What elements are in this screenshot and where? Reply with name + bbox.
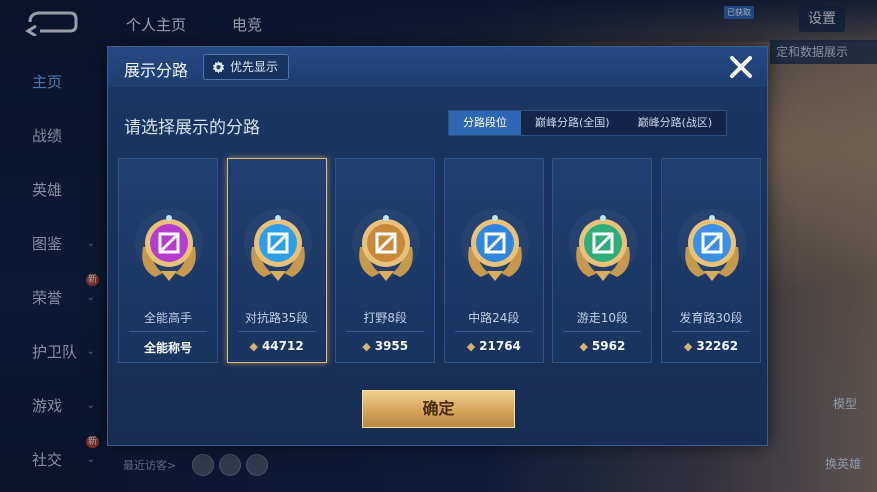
lane-card-name: 发育路30段	[679, 311, 743, 325]
lane-card-name: 对抗路35段	[244, 311, 309, 325]
rank-emblem-icon	[135, 209, 203, 281]
score-icon: ◆	[579, 340, 588, 353]
score-icon: ◆	[362, 340, 371, 353]
rank-emblem-icon	[243, 209, 312, 281]
rank-emblem-icon	[460, 209, 529, 281]
lane-card-value: ◆ 21764	[445, 339, 543, 353]
lane-card-value-text: 21764	[479, 339, 521, 353]
lane-card-name: 中路24段	[468, 311, 520, 325]
priority-display-button[interactable]: 优先显示	[203, 54, 290, 80]
gear-icon	[212, 60, 225, 73]
lane-card-name: 打野8段	[363, 311, 407, 325]
confirm-button[interactable]: 确定	[362, 390, 515, 428]
lane-card-value: ◆ 5962	[553, 339, 651, 353]
lane-card-value: ◆ 32262	[662, 339, 760, 353]
dialog-header: 展示分路 优先显示	[108, 47, 767, 87]
lane-display-dialog: 展示分路 优先显示 请选择展示的分路 分路段位 巅峰分路(全国) 巅峰分路(战区) …	[107, 46, 768, 446]
divider	[672, 331, 750, 332]
lane-card[interactable]: 打野8段 ◆ 3955	[335, 158, 436, 363]
priority-display-label: 优先显示	[230, 60, 279, 74]
lane-card[interactable]: 发育路30段 ◆ 32262	[661, 158, 761, 363]
lane-card-value: 全能称号	[119, 339, 217, 356]
close-icon[interactable]	[727, 53, 755, 81]
lane-card[interactable]: 对抗路35段 ◆ 44712	[226, 158, 327, 363]
lane-card-value-text: 44712	[261, 339, 304, 353]
lane-card-value-text: 5962	[591, 339, 626, 353]
dialog-title: 展示分路	[124, 61, 189, 80]
lane-card[interactable]: 中路24段 ◆ 21764	[443, 158, 544, 363]
score-icon: ◆	[249, 340, 258, 353]
rank-emblem-icon	[678, 209, 746, 281]
divider	[454, 331, 533, 332]
rank-emblem-icon	[352, 209, 421, 281]
divider	[129, 331, 207, 332]
lane-card[interactable]: 全能高手 全能称号	[118, 158, 218, 363]
lane-card-name: 全能高手	[143, 311, 192, 325]
lane-card[interactable]: 游走10段 ◆ 5962	[552, 158, 653, 363]
lane-card-value-text: 全能称号	[143, 341, 192, 355]
divider	[563, 331, 642, 332]
lane-card-value: ◆ 44712	[228, 339, 326, 353]
lane-card-value-text: 32262	[696, 339, 739, 353]
rank-emblem-icon	[569, 209, 638, 281]
dialog-subtitle: 请选择展示的分路	[124, 118, 260, 138]
lane-card-value: ◆ 3955	[336, 339, 434, 353]
score-icon: ◆	[683, 340, 693, 353]
lane-card-name: 游走10段	[576, 311, 629, 325]
tab-lane-type[interactable]: 巅峰分路(战区)	[624, 111, 727, 135]
lane-type-tabs: 分路段位 巅峰分路(全国) 巅峰分路(战区)	[448, 110, 728, 136]
divider	[237, 331, 316, 332]
lane-card-value-text: 3955	[374, 339, 409, 353]
divider	[346, 331, 425, 332]
tab-lane-type[interactable]: 分路段位	[449, 111, 521, 135]
tab-lane-type[interactable]: 巅峰分路(全国)	[521, 111, 624, 135]
score-icon: ◆	[466, 340, 476, 353]
